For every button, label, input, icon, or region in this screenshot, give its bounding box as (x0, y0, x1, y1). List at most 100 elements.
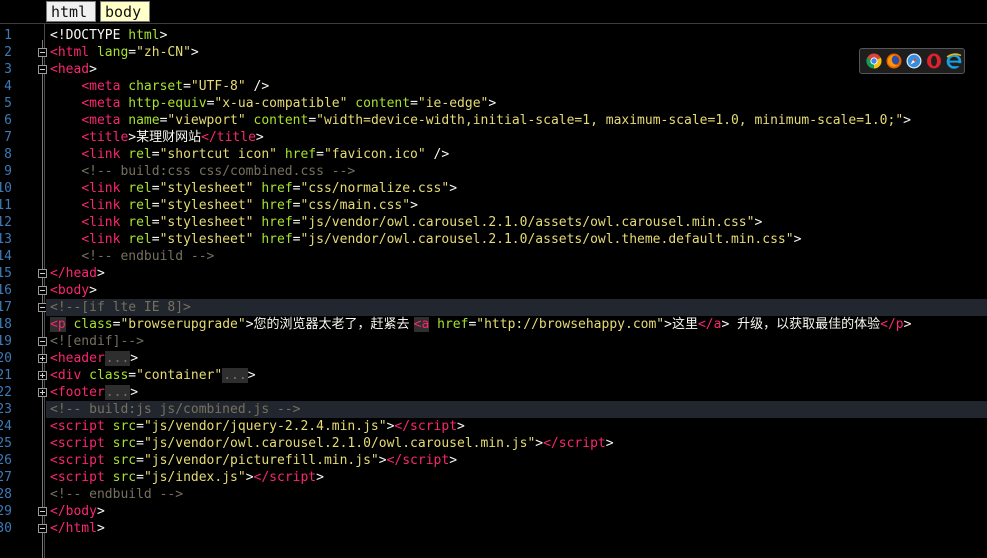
code-token: "container" (136, 368, 223, 383)
code-token: <meta (81, 79, 129, 94)
code-line[interactable]: </html> (46, 520, 987, 537)
line-number: 14 (0, 249, 12, 264)
code-token: > (128, 130, 137, 145)
code-token: <html (50, 45, 97, 60)
code-token: <link (81, 215, 129, 230)
code-token: ... (104, 385, 131, 400)
breadcrumb-item-body[interactable]: body (100, 1, 150, 22)
code-token: > (245, 317, 254, 332)
code-line[interactable]: <title>某理财网站</title> (46, 129, 987, 146)
code-line[interactable]: <meta charset="UTF-8" /> (46, 78, 987, 95)
code-token: "css/normalize.css" (300, 181, 450, 196)
code-token: src (112, 436, 137, 451)
code-line[interactable]: <script src="js/vendor/owl.carousel.2.1.… (46, 435, 987, 452)
code-line[interactable]: <div class="container"...> (46, 367, 987, 384)
code-token: "css/main.css" (300, 198, 411, 213)
code-token: </body (50, 504, 97, 519)
code-line[interactable]: <meta http-equiv = "x-ua-compatible" conte… (46, 95, 987, 112)
code-token: "js/vendor/owl.carousel.2.1.0/assets/owl… (300, 215, 755, 230)
code-token: <link (81, 198, 129, 213)
line-number: 21 (0, 368, 12, 383)
code-token: "js/vendor/owl.carousel.2.1.0/owl.carous… (143, 436, 536, 451)
line-number: 6 (4, 113, 12, 128)
code-token: > (903, 113, 911, 128)
code-token: <meta (81, 96, 129, 111)
code-line[interactable]: <script src="js/vendor/picturefill.min.j… (46, 452, 987, 469)
code-line[interactable]: <script src="js/index.js"></script> (46, 469, 987, 486)
code-token: "shortcut icon" (159, 147, 277, 162)
code-token: <a (413, 317, 430, 332)
code-token: "js/index.js" (143, 470, 246, 485)
code-line[interactable]: </body> (46, 503, 987, 520)
line-number: 30 (0, 521, 12, 536)
code-token: href (261, 198, 293, 213)
code-line[interactable]: <body> (46, 282, 987, 299)
code-token: "viewport" (167, 113, 246, 128)
code-line[interactable]: <p class="browserupgrade">您的浏览器太老了，赶紧去 <… (46, 316, 987, 333)
chrome-icon[interactable] (866, 53, 882, 69)
code-line[interactable]: <script src="js/vendor/jquery-2.2.4.min.… (46, 418, 987, 435)
code-token: src (112, 419, 137, 434)
line-number: 22 (0, 385, 12, 400)
code-token: > (449, 181, 458, 196)
code-line[interactable]: <!-- build:css css/combined.css --> (46, 163, 987, 180)
code-line[interactable]: </head> (46, 265, 987, 282)
code-token: rel (128, 215, 152, 230)
code-token: > (89, 283, 97, 298)
code-line[interactable]: <!DOCTYPE html> (46, 27, 987, 44)
code-token: > (457, 419, 465, 434)
code-token: "x-ua-compatible" (214, 96, 348, 111)
code-token: = (151, 232, 160, 247)
line-number: 8 (4, 147, 12, 162)
code-line[interactable]: <!--[if lte IE 8]> (46, 299, 987, 316)
code-line[interactable]: <link rel="shortcut icon" href="favicon.… (46, 146, 987, 163)
code-token: <body (50, 283, 90, 298)
code-token: src (112, 470, 137, 485)
code-line[interactable]: <meta name="viewport" content="width=dev… (46, 112, 987, 129)
code-line[interactable]: <head> (46, 61, 987, 78)
code-token: = (183, 79, 191, 94)
code-token: <![endif]--> (50, 334, 144, 349)
code-line[interactable]: <!-- endbuild --> (46, 486, 987, 503)
code-token: 某理财网站 (136, 130, 202, 145)
code-line[interactable]: <![endif]--> (46, 333, 987, 350)
code-line[interactable]: <footer...> (46, 384, 987, 401)
code-line[interactable]: <!-- endbuild --> (46, 248, 987, 265)
line-number: 25 (0, 436, 12, 451)
code-line[interactable]: <link rel="stylesheet" href="js/vendor/o… (46, 231, 987, 248)
ie-icon[interactable] (946, 53, 962, 69)
code-line[interactable]: <html lang="zh-CN"> (46, 44, 987, 61)
breadcrumb-item-html[interactable]: html (46, 1, 96, 22)
code-line[interactable]: <link rel="stylesheet" href="js/vendor/o… (46, 214, 987, 231)
code-token: <script (50, 453, 113, 468)
code-token: </script (394, 419, 458, 434)
code-line[interactable]: <header...> (46, 350, 987, 367)
code-token: "http://browsehappy.com" (476, 317, 665, 332)
code-token: > (130, 385, 139, 400)
line-number: 16 (0, 283, 12, 298)
opera-icon[interactable] (926, 53, 942, 69)
safari-icon[interactable] (906, 53, 922, 69)
line-number: 7 (4, 130, 12, 145)
code-editor[interactable]: html body 1 2 3 4 5 6 7 8 9 10 11 12 13 14 15 16 17 18 19 2… (0, 0, 987, 558)
code-token: <!-- build:js js/combined.js --> (50, 402, 301, 417)
code-token: > (488, 96, 497, 111)
code-token: "js/vendor/picturefill.min.js" (143, 453, 379, 468)
code-token: > (96, 521, 105, 536)
line-number: 23 (0, 402, 12, 417)
firefox-icon[interactable] (886, 53, 902, 69)
browser-preview-toolbar (859, 48, 965, 74)
code-token: class (73, 317, 113, 332)
code-area[interactable]: <!DOCTYPE html> <html lang="zh-CN"> <head>… (46, 24, 987, 558)
code-line[interactable]: <!-- build:js js/combined.js --> (46, 401, 987, 418)
code-token: </script (543, 436, 606, 451)
code-token: href (261, 181, 293, 196)
code-token: = (136, 470, 144, 485)
code-line[interactable]: <link rel="stylesheet" href="css/main.cs… (46, 197, 987, 214)
code-token: > (449, 453, 458, 468)
code-line[interactable]: <link rel="stylesheet" href="css/normali… (46, 180, 987, 197)
